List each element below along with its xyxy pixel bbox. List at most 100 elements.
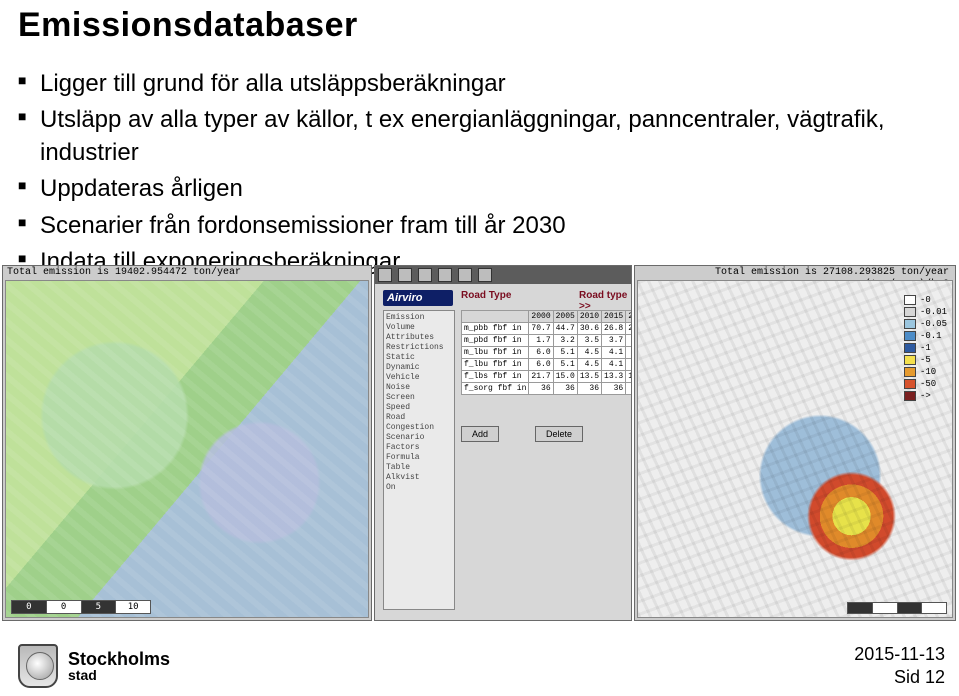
sidebar-item: Screen — [386, 393, 452, 403]
table-cell: 1.7 — [529, 335, 553, 347]
table-cell: 24.8 — [626, 323, 632, 335]
table-row: m_pbb fbf in70.744.730.626.824.823.723.2 — [462, 323, 633, 335]
table-cell: 3.5 — [577, 335, 601, 347]
legend-label: -0.05 — [920, 318, 947, 330]
table-row: m_lbu fbf in6.05.14.54.14.04.04.0 — [462, 347, 633, 359]
table-cell: 13.5 — [577, 371, 601, 383]
legend-item: -1 — [904, 342, 947, 354]
figure-row: Total emission is 19402.954472 ton/year … — [2, 265, 957, 623]
table-cell: m_pbb fbf in — [462, 323, 529, 335]
table-cell: 44.7 — [553, 323, 577, 335]
delete-button[interactable]: Delete — [535, 426, 583, 442]
table-cell: 6.0 — [529, 359, 553, 371]
add-button[interactable]: Add — [461, 426, 499, 442]
bullet-item: Ligger till grund för alla utsläppsberäk… — [18, 68, 918, 100]
sidebar-item: On — [386, 483, 452, 493]
sidebar-item: Congestion — [386, 423, 452, 433]
panel-toolbar — [375, 266, 631, 284]
table-cell: 30.6 — [577, 323, 601, 335]
slide-footer: 2015-11-13 Sid 12 — [854, 643, 945, 688]
legend-swatch — [904, 379, 916, 389]
legend-swatch — [904, 367, 916, 377]
sidebar-item: Vehicle — [386, 373, 452, 383]
scale-seg: 10 — [115, 600, 151, 614]
table-header: 2015 — [602, 311, 626, 323]
table-cell: 36 — [602, 383, 626, 395]
brand-line1: Stockholms — [68, 649, 170, 669]
sidebar-item: Scenario — [386, 433, 452, 443]
sidebar-item: Emission — [386, 313, 452, 323]
scale-seg: 5 — [81, 600, 116, 614]
table-cell: 36 — [577, 383, 601, 395]
table-cell: 21.7 — [529, 371, 553, 383]
page-title: Emissionsdatabaser — [18, 6, 358, 45]
table-cell: 70.7 — [529, 323, 553, 335]
table-cell: f_lbs fbf in — [462, 371, 529, 383]
bullet-item: Utsläpp av alla typer av källor, t ex en… — [18, 104, 918, 169]
toolbar-icon — [418, 268, 432, 282]
fig-c-scalebar — [847, 602, 947, 614]
table-cell: m_lbu fbf in — [462, 347, 529, 359]
table-cell: 13.3 — [602, 371, 626, 383]
sidebar-item: Static — [386, 353, 452, 363]
table-row: m_pbd fbf in1.73.23.53.73.53.43.3 — [462, 335, 633, 347]
legend-item: -0.01 — [904, 306, 947, 318]
toolbar-icon — [438, 268, 452, 282]
airviro-logo: Airviro — [383, 290, 453, 306]
table-header: 2000 — [529, 311, 553, 323]
table-cell: 4.0 — [626, 359, 632, 371]
toolbar-icon — [458, 268, 472, 282]
table-cell: 3.2 — [553, 335, 577, 347]
table-cell: 3.7 — [602, 335, 626, 347]
table-cell: 6.0 — [529, 347, 553, 359]
legend-swatch — [904, 343, 916, 353]
footer-date: 2015-11-13 — [854, 643, 945, 666]
brand-logo: Stockholms stad — [18, 644, 170, 688]
panel-sidebar-list: EmissionVolumeAttributesRestrictionsStat… — [383, 310, 455, 610]
table-row: f_lbu fbf in6.05.14.54.14.04.04.0 — [462, 359, 633, 371]
table-row: f_sorg fbf in36363636363636 — [462, 383, 633, 395]
panel-heading: Road Type — [461, 290, 511, 301]
table-header: 2020 — [626, 311, 632, 323]
crest-icon — [18, 644, 58, 688]
table-header — [462, 311, 529, 323]
scale-seg: 0 — [11, 600, 46, 614]
legend-swatch — [904, 319, 916, 329]
legend-label: -0.01 — [920, 306, 947, 318]
figure-map-left: Total emission is 19402.954472 ton/year … — [2, 265, 372, 621]
brand-line2: stad — [68, 668, 170, 682]
legend-item: -0 — [904, 294, 947, 306]
legend-item: -10 — [904, 366, 947, 378]
fig-c-legend: -0-0.01-0.05-0.1-1-5-10-50-> — [904, 294, 947, 402]
toolbar-icon — [478, 268, 492, 282]
legend-label: -0 — [920, 294, 931, 306]
legend-label: -10 — [920, 366, 936, 378]
table-cell: m_pbd fbf in — [462, 335, 529, 347]
table-cell: 4.5 — [577, 359, 601, 371]
legend-label: -50 — [920, 378, 936, 390]
legend-item: -0.05 — [904, 318, 947, 330]
sidebar-item: Dynamic — [386, 363, 452, 373]
sidebar-item: Attributes — [386, 333, 452, 343]
fig-c-caption: Total emission is 27108.293825 ton/year — [715, 267, 949, 278]
scenario-table: 2000200520102015202020252030m_pbb fbf in… — [461, 310, 632, 395]
sidebar-item: Road — [386, 413, 452, 423]
legend-swatch — [904, 295, 916, 305]
sidebar-item: Table — [386, 463, 452, 473]
bullet-item: Uppdateras årligen — [18, 173, 918, 205]
sidebar-item: Alkvist — [386, 473, 452, 483]
table-cell: 4.1 — [602, 359, 626, 371]
toolbar-icon — [398, 268, 412, 282]
table-cell: 26.8 — [602, 323, 626, 335]
legend-label: -> — [920, 390, 931, 402]
table-cell: f_sorg fbf in — [462, 383, 529, 395]
legend-label: -5 — [920, 354, 931, 366]
table-cell: 4.1 — [602, 347, 626, 359]
sidebar-item: Factors — [386, 443, 452, 453]
table-cell: 36 — [529, 383, 553, 395]
figure-panel-center: Airviro Road Type Road type >> Scenario … — [374, 265, 632, 621]
scale-seg: 0 — [46, 600, 81, 614]
legend-swatch — [904, 355, 916, 365]
fig-a-scalebar: 0 0 5 10 — [11, 600, 151, 614]
legend-item: -5 — [904, 354, 947, 366]
